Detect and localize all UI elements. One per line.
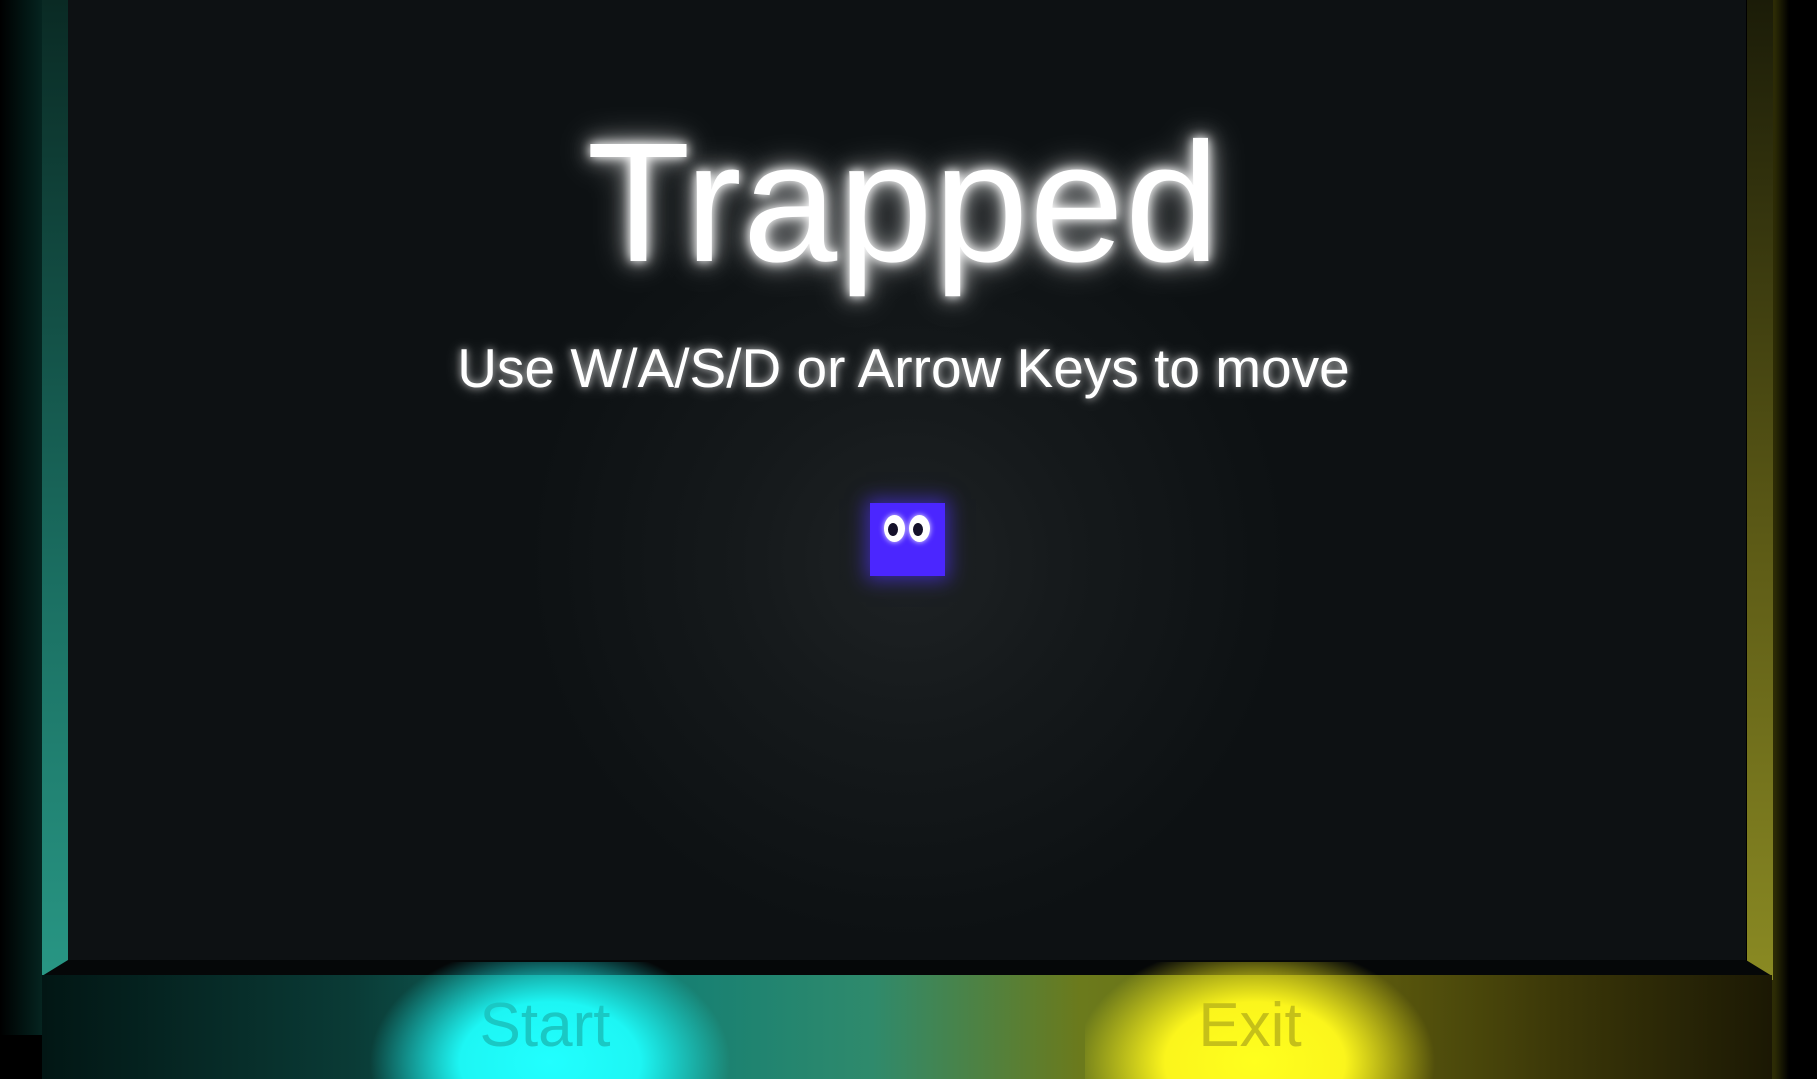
game-title-text: Trapped (586, 108, 1221, 298)
controls-instructions: Use W/A/S/D or Arrow Keys to move (0, 336, 1817, 400)
game-screen: Trapped Use W/A/S/D or Arrow Keys to mov… (0, 0, 1817, 1079)
right-pupil (913, 523, 923, 536)
game-title: Trapped (0, 105, 1817, 301)
floor-edge (42, 960, 1772, 976)
controls-instructions-text: Use W/A/S/D or Arrow Keys to move (457, 337, 1350, 399)
left-pupil (888, 523, 898, 536)
floor (42, 975, 1772, 1079)
exit-button[interactable]: Exit (1120, 990, 1380, 1062)
left-eye-icon (884, 515, 905, 542)
player-character (870, 503, 945, 576)
right-eye-icon (909, 515, 930, 542)
start-button[interactable]: Start (415, 990, 675, 1062)
